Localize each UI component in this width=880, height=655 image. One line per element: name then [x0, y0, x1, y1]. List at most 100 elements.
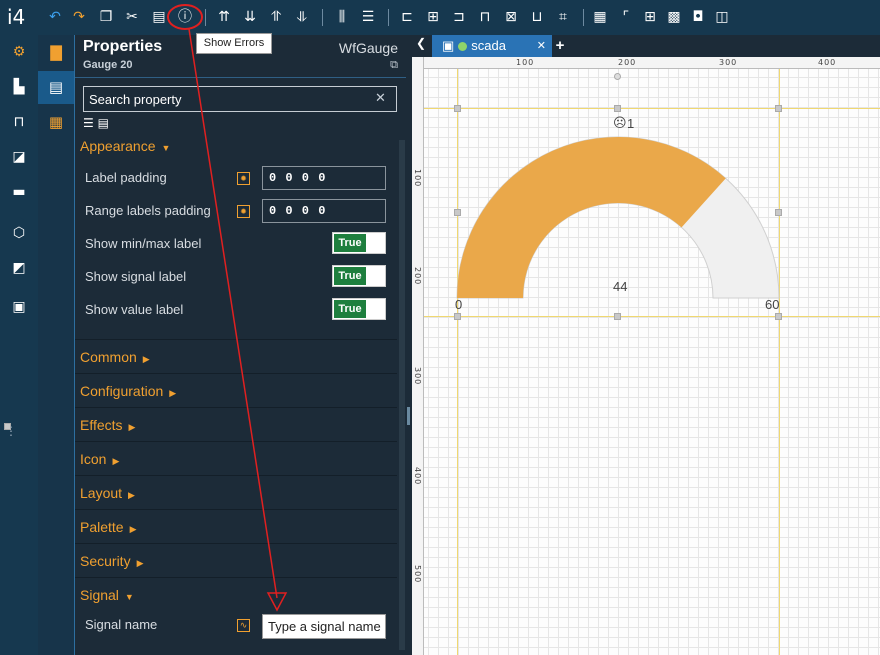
resize-handle[interactable] [454, 209, 461, 216]
close-tab-icon[interactable]: ✕ [537, 35, 546, 57]
panel-divider [75, 77, 407, 78]
ruler-icon[interactable]: ⌜ [617, 8, 635, 26]
nav-resize-handle[interactable]: ⋮ [4, 423, 17, 438]
section-security[interactable]: Security ▶ [75, 543, 397, 577]
ruler-label: 100 [516, 58, 535, 67]
rotate-handle[interactable] [614, 73, 621, 80]
panel-scrollbar[interactable] [399, 140, 405, 650]
align-center-icon[interactable]: ⊞ [424, 8, 442, 26]
toolbox-tab-icon[interactable]: ▇ [38, 36, 74, 69]
section-appearance[interactable]: Appearance ▼ [75, 129, 397, 163]
gauge-widget[interactable] [412, 57, 880, 357]
package-icon[interactable]: ⬡ [9, 223, 29, 243]
label-padding-label: Label padding [85, 170, 167, 185]
device-icon[interactable]: ▬ [9, 182, 29, 202]
undo-icon[interactable]: ↶ [46, 8, 64, 26]
toolbar-separator [583, 9, 584, 26]
snap-grid-icon[interactable]: ⊞ [641, 8, 659, 26]
panel-title: Properties [83, 38, 163, 55]
resize-handle[interactable] [454, 105, 461, 112]
section-layout[interactable]: Layout ▶ [75, 475, 397, 509]
splitter-grip[interactable] [407, 407, 410, 425]
resize-handle[interactable] [614, 313, 621, 320]
align-bottom-icon[interactable]: ⊔ [528, 8, 546, 26]
properties-panel: Properties Gauge 20 WfGauge ⧉ ✕ ☰ ▤ Appe… [74, 35, 407, 655]
distribute-horizontal-icon[interactable]: ⫼ [333, 8, 351, 26]
app-logo: i4 [7, 5, 26, 29]
resize-handle[interactable] [775, 105, 782, 112]
tab-scroll-left-icon[interactable]: ❮ [416, 36, 426, 50]
properties-tab-icon[interactable]: ▤ [38, 71, 74, 104]
caret-down-icon: ▼ [161, 143, 171, 153]
caret-right-icon: ▶ [142, 354, 150, 364]
ruler-label: 200 [618, 58, 637, 67]
screen-icon: ▣ [442, 38, 455, 53]
copy-id-icon[interactable]: ⧉ [390, 59, 398, 72]
show-minmax-label: Show min/max label [85, 236, 202, 251]
image-settings-icon[interactable]: ◩ [9, 258, 29, 278]
show-value-label: Show value label [85, 302, 184, 317]
align-left-icon[interactable]: ⊏ [398, 8, 416, 26]
align-middle-icon[interactable]: ⊠ [502, 8, 520, 26]
snap-lines-icon[interactable]: ▩ [665, 8, 683, 26]
send-back-icon[interactable]: ⇊ [241, 8, 259, 26]
show-minmax-toggle[interactable]: True [332, 232, 386, 254]
chart-icon[interactable]: ◪ [9, 147, 29, 167]
binding-gear-icon[interactable]: ✹ [237, 172, 250, 185]
caret-right-icon: ▶ [128, 422, 136, 432]
show-value-toggle[interactable]: True [332, 298, 386, 320]
object-type: WfGauge [338, 40, 398, 56]
center-canvas-icon[interactable]: ⌗ [554, 8, 572, 26]
search-property-input[interactable] [83, 86, 397, 112]
hmi-icon[interactable]: ⊓ [9, 112, 29, 132]
zoom-fit-icon[interactable]: ◫ [713, 8, 731, 26]
show-errors-icon[interactable]: ⓘ [176, 8, 194, 26]
paste-icon[interactable]: ▤ [150, 8, 168, 26]
tab-label: scada [471, 38, 506, 53]
signal-name-label: Signal name [85, 617, 158, 632]
section-palette[interactable]: Palette ▶ [75, 509, 397, 543]
send-backward-icon[interactable]: ⥥ [293, 8, 311, 26]
signal-wave-icon[interactable]: ∿ [237, 619, 250, 632]
bring-front-icon[interactable]: ⇈ [215, 8, 233, 26]
archive-icon[interactable]: ▣ [9, 297, 29, 317]
show-signal-toggle[interactable]: True [332, 265, 386, 287]
label-padding-input[interactable]: 0 0 0 0 [262, 166, 386, 190]
resize-handle[interactable] [775, 209, 782, 216]
ruler-label: 200 [413, 267, 422, 286]
binding-gear-icon[interactable]: ✹ [237, 205, 250, 218]
redo-icon[interactable]: ↷ [70, 8, 88, 26]
section-configuration[interactable]: Configuration ▶ [75, 373, 397, 407]
document-tab-bar: ❮ ▣ scada ✕ + [412, 35, 880, 57]
app-root: i4 ↶ ↷ ❐ ✂ ▤ ⓘ ⇈ ⇊ ⥣ ⥥ ⫼ ☰ ⊏ ⊞ ⊐ ⊓ ⊠ ⊔ ⌗… [0, 0, 880, 655]
section-icon[interactable]: Icon ▶ [75, 441, 397, 475]
snap-objects-icon[interactable]: ◘ [689, 8, 707, 26]
clear-search-icon[interactable]: ✕ [375, 90, 386, 106]
settings-gear-icon[interactable]: ⚙ [9, 42, 29, 62]
caret-down-icon: ▼ [124, 592, 134, 602]
resize-handle[interactable] [775, 313, 782, 320]
gauge-value-label: 44 [613, 279, 628, 294]
caret-right-icon: ▶ [136, 558, 144, 568]
add-tab-icon[interactable]: + [550, 35, 570, 57]
resize-handle[interactable] [614, 105, 621, 112]
section-effects[interactable]: Effects ▶ [75, 407, 397, 441]
view-mode-icons[interactable]: ☰ ▤ [83, 116, 109, 130]
bring-forward-icon[interactable]: ⥣ [267, 8, 285, 26]
show-errors-tooltip: Show Errors [196, 33, 272, 54]
align-right-icon[interactable]: ⊐ [450, 8, 468, 26]
copy-icon[interactable]: ❐ [97, 8, 115, 26]
gauge-value-arc [457, 137, 726, 298]
tab-scada[interactable]: ▣ scada ✕ [432, 35, 552, 57]
resize-handle[interactable] [454, 313, 461, 320]
signal-name-input[interactable]: Type a signal name [262, 614, 386, 639]
cut-icon[interactable]: ✂ [123, 8, 141, 26]
range-labels-padding-input[interactable]: 0 0 0 0 [262, 199, 386, 223]
section-common[interactable]: Common ▶ [75, 339, 397, 373]
dashboard-icon[interactable]: ▙ [9, 77, 29, 97]
section-signal[interactable]: Signal ▼ [75, 577, 397, 611]
documents-tab-icon[interactable]: ▦ [38, 106, 74, 139]
align-top-icon[interactable]: ⊓ [476, 8, 494, 26]
distribute-vertical-icon[interactable]: ☰ [359, 8, 377, 26]
grid-icon[interactable]: ▦ [591, 8, 609, 26]
